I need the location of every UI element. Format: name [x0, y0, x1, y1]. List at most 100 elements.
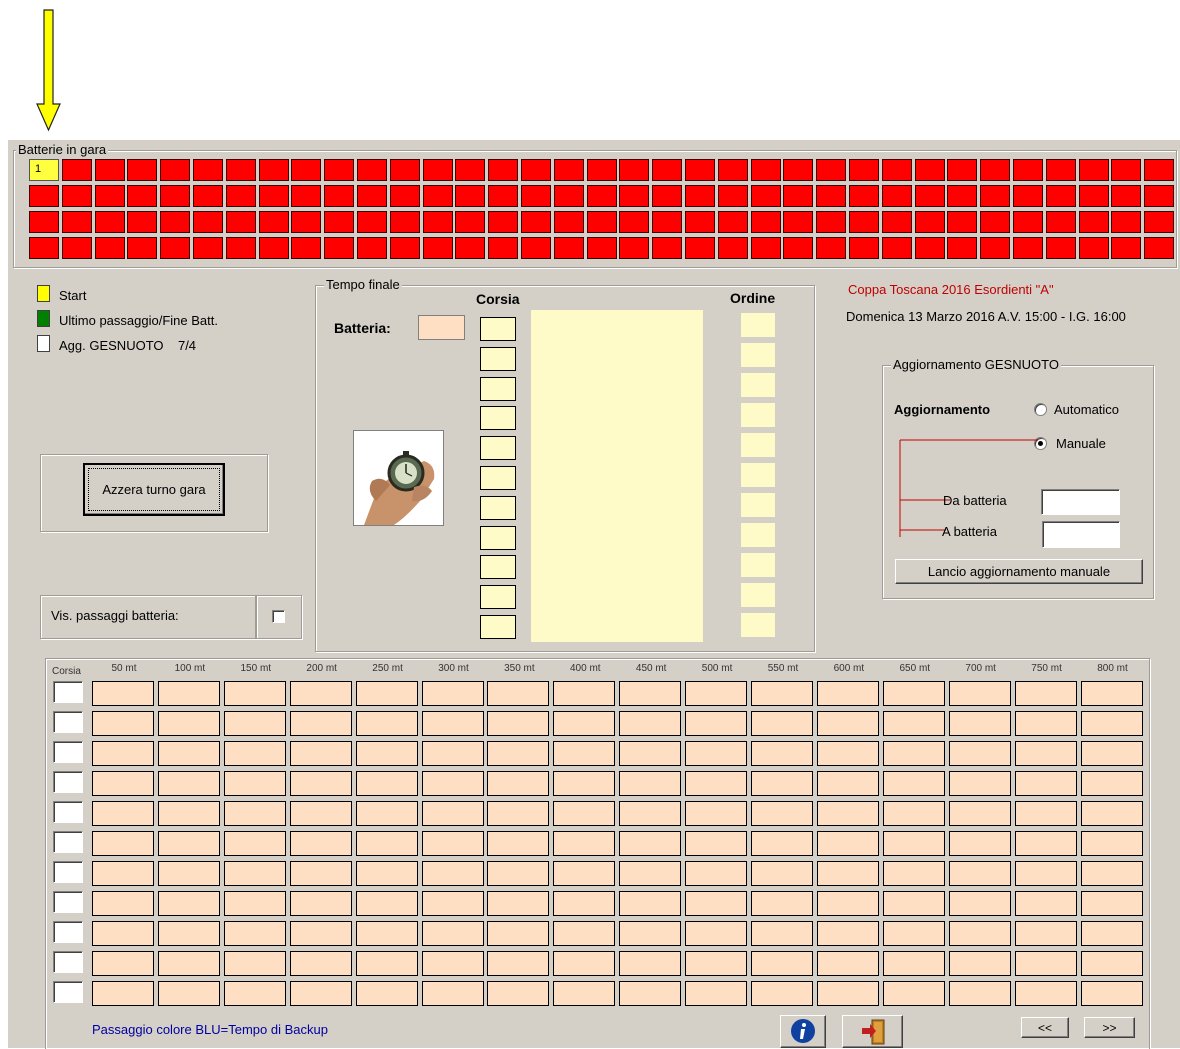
heat-cell[interactable] [980, 185, 1011, 207]
heat-cell[interactable] [29, 237, 59, 259]
heat-cell[interactable] [357, 237, 387, 259]
heat-cell[interactable] [455, 185, 486, 207]
heat-cell[interactable] [1078, 211, 1109, 233]
heat-cell[interactable] [1078, 237, 1109, 259]
heat-cell[interactable] [685, 237, 715, 259]
heat-cell[interactable] [455, 211, 486, 233]
info-button[interactable] [780, 1015, 826, 1048]
heat-cell[interactable] [881, 211, 912, 233]
heat-cell[interactable] [914, 159, 945, 181]
heat-cell[interactable] [357, 211, 387, 233]
heat-cell[interactable] [652, 185, 683, 207]
heat-cell[interactable] [160, 159, 191, 181]
heat-cell[interactable] [29, 211, 59, 233]
heat-cell[interactable] [61, 185, 92, 207]
heat-cell[interactable] [1045, 211, 1076, 233]
heat-cell[interactable] [652, 211, 683, 233]
heat-cell[interactable] [160, 237, 191, 259]
heat-cell[interactable] [1045, 237, 1076, 259]
heat-cell[interactable] [1144, 159, 1175, 181]
heat-cell[interactable] [783, 159, 814, 181]
heat-cell[interactable] [127, 159, 158, 181]
launch-update-button[interactable]: Lancio aggiornamento manuale [895, 559, 1143, 584]
next-page-button[interactable]: >> [1084, 1017, 1135, 1038]
heat-cell[interactable] [652, 237, 683, 259]
heat-cell[interactable] [914, 237, 945, 259]
heat-cell[interactable] [488, 159, 519, 181]
heat-cell[interactable] [881, 159, 912, 181]
heat-cell[interactable] [324, 159, 355, 181]
splits-checkbox[interactable] [272, 610, 285, 623]
radio-automatico[interactable] [1034, 403, 1047, 416]
heat-cell[interactable] [586, 237, 617, 259]
heat-cell[interactable] [521, 159, 551, 181]
heat-cell[interactable] [980, 211, 1011, 233]
heat-cell[interactable] [717, 159, 748, 181]
reset-turn-button[interactable]: Azzera turno gara [83, 463, 225, 516]
heat-cell[interactable] [324, 185, 355, 207]
heat-cell[interactable] [849, 159, 879, 181]
to-battery-input[interactable] [1042, 521, 1120, 548]
heat-cell[interactable] [553, 237, 584, 259]
heat-cell[interactable] [849, 237, 879, 259]
heat-cell[interactable] [1013, 159, 1043, 181]
heat-cell[interactable] [652, 159, 683, 181]
heat-cell[interactable] [881, 237, 912, 259]
stopwatch-icon[interactable] [353, 430, 444, 526]
heat-cell[interactable] [422, 211, 453, 233]
heat-cell[interactable] [717, 237, 748, 259]
heat-cell[interactable] [685, 185, 715, 207]
heat-cell[interactable] [127, 185, 158, 207]
heat-cell[interactable] [783, 185, 814, 207]
heat-cell[interactable] [750, 237, 781, 259]
heat-cell[interactable] [816, 185, 847, 207]
heat-cell[interactable] [61, 237, 92, 259]
heat-cell[interactable] [619, 159, 650, 181]
heat-cell[interactable] [389, 237, 420, 259]
heat-cell[interactable] [521, 237, 551, 259]
heat-cell[interactable] [389, 159, 420, 181]
heat-cell[interactable] [488, 211, 519, 233]
heat-cell[interactable] [521, 185, 551, 207]
heat-cell[interactable] [717, 185, 748, 207]
heat-cell[interactable] [225, 185, 256, 207]
heat-cell[interactable] [1045, 185, 1076, 207]
heat-cell[interactable] [947, 159, 978, 181]
heat-cell[interactable] [783, 211, 814, 233]
heat-cell[interactable] [258, 237, 289, 259]
heat-cell[interactable] [881, 185, 912, 207]
heat-cell[interactable] [29, 185, 59, 207]
heat-cell[interactable] [980, 237, 1011, 259]
heat-cell[interactable] [422, 237, 453, 259]
heat-cell[interactable] [291, 237, 322, 259]
heat-cell[interactable] [61, 159, 92, 181]
heat-cell[interactable] [1144, 237, 1175, 259]
heat-cell[interactable] [357, 159, 387, 181]
heat-cell[interactable] [127, 211, 158, 233]
heat-cell[interactable] [750, 211, 781, 233]
heat-cell[interactable] [324, 211, 355, 233]
heat-cell[interactable] [258, 185, 289, 207]
heat-cell[interactable] [586, 185, 617, 207]
heat-cell[interactable] [455, 159, 486, 181]
heat-cell[interactable] [619, 185, 650, 207]
prev-page-button[interactable]: << [1021, 1017, 1069, 1038]
heat-cell[interactable] [1013, 237, 1043, 259]
heat-cell[interactable] [160, 211, 191, 233]
heat-cell[interactable] [160, 185, 191, 207]
heat-cell[interactable] [291, 159, 322, 181]
heat-cell[interactable] [455, 237, 486, 259]
heat-cell[interactable] [324, 237, 355, 259]
heat-cell[interactable] [849, 211, 879, 233]
heat-cell[interactable] [258, 159, 289, 181]
heat-cell[interactable] [422, 159, 453, 181]
heat-cell[interactable] [1045, 159, 1076, 181]
heat-cell[interactable] [914, 211, 945, 233]
heat-cell[interactable] [225, 159, 256, 181]
heat-cell[interactable] [225, 211, 256, 233]
heat-cell[interactable] [947, 237, 978, 259]
heat-cell[interactable] [291, 211, 322, 233]
heat-cell[interactable] [586, 211, 617, 233]
heat-cell[interactable] [553, 211, 584, 233]
heat-cell[interactable] [1111, 211, 1142, 233]
